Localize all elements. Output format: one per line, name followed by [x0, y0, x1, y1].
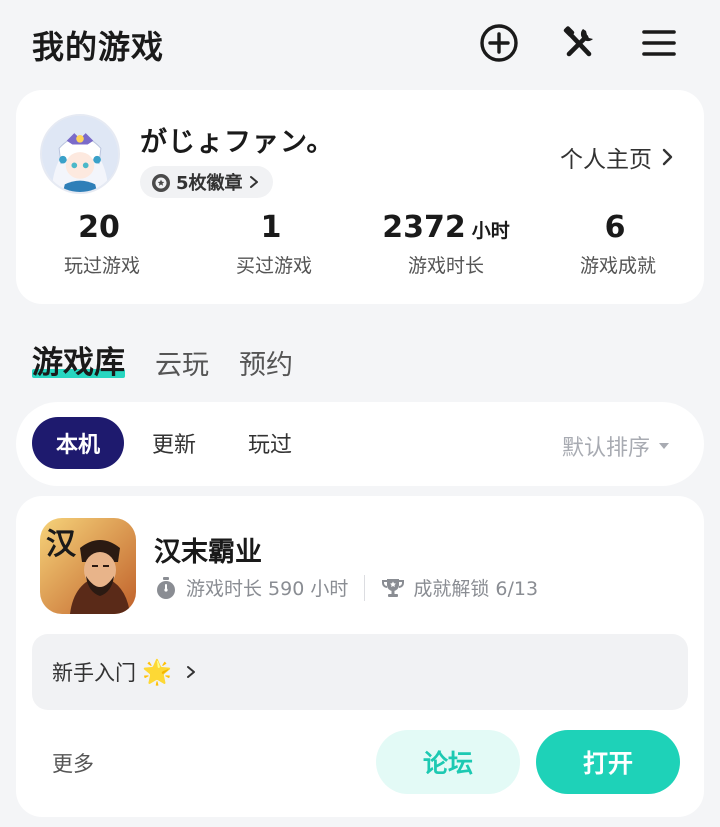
stat-bought-games[interactable]: 1 买过游戏 [188, 210, 360, 278]
game-achievements: 成就解锁 6/13 [413, 578, 539, 600]
stat-play-time[interactable]: 2372 小时 游戏时长 [360, 210, 532, 278]
medal-icon [150, 171, 172, 193]
chevron-right-icon [662, 148, 673, 166]
divider [364, 574, 366, 601]
chevron-right-icon [247, 175, 261, 189]
add-circle-icon [480, 24, 518, 62]
page-title: 我的游戏 [32, 28, 165, 66]
sort-dropdown[interactable]: 默认排序 [562, 430, 670, 462]
filter-bar: 本机 更新 玩过 默认排序 [16, 402, 704, 486]
game-icon-char: 汉 [46, 527, 77, 562]
tab-label: 云玩 [155, 350, 209, 381]
stat-achievements[interactable]: 6 游戏成就 [532, 210, 704, 278]
stat-value: 20 [78, 210, 120, 245]
username: がじょファン。 [140, 127, 335, 158]
menu-icon [642, 30, 676, 56]
trophy-icon [382, 578, 405, 597]
stat-played-games[interactable]: 20 玩过游戏 [16, 210, 188, 278]
stat-value: 1 [260, 210, 282, 245]
home-link-label: 个人主页 [560, 147, 652, 173]
stat-value: 6 [604, 210, 626, 245]
stat-unit: 小时 [471, 220, 510, 242]
tab-label: 游戏库 [32, 345, 125, 381]
filter-updates[interactable]: 更新 [128, 417, 220, 469]
avatar[interactable] [40, 114, 120, 194]
filter-local[interactable]: 本机 [32, 417, 125, 469]
profile-card: がじょファン。 5枚徽章 个人主页 20 玩过游戏 1 买过游戏 2372 小时… [16, 90, 704, 304]
tools-icon [563, 26, 593, 57]
star-icon: 🌟 [142, 658, 172, 686]
profile-stats: 20 玩过游戏 1 买过游戏 2372 小时 游戏时长 6 游戏成就 [16, 210, 704, 290]
beginner-guide-link[interactable]: 新手入门 🌟 [32, 634, 688, 710]
menu-button[interactable] [638, 22, 680, 64]
open-game-button[interactable]: 打开 [536, 730, 680, 794]
game-meta: 游戏时长 590 小时 成就解锁 6/13 [154, 574, 538, 601]
game-icon[interactable]: 汉 [40, 518, 136, 614]
caret-down-icon [659, 443, 669, 449]
tools-button[interactable] [558, 22, 600, 64]
stat-label: 游戏成就 [579, 255, 656, 277]
main-tabs: 游戏库 云玩 预约 [32, 332, 293, 382]
game-playtime: 游戏时长 590 小时 [186, 578, 349, 600]
chevron-right-icon [186, 666, 195, 678]
filter-played[interactable]: 玩过 [224, 417, 316, 469]
stat-value: 2372 [382, 210, 466, 245]
more-button[interactable]: 更多 [52, 748, 94, 778]
stopwatch-icon [157, 576, 175, 599]
add-game-button[interactable] [478, 22, 520, 64]
tab-reservations[interactable]: 预约 [239, 343, 293, 382]
stat-label: 玩过游戏 [63, 255, 140, 277]
avatar-image [42, 116, 118, 192]
header: 我的游戏 [0, 0, 720, 86]
forum-button[interactable]: 论坛 [376, 730, 520, 794]
game-card: 汉 汉末霸业 游戏时长 590 小时 成就解锁 6/13 新手入门 🌟 更多 论… [16, 496, 704, 817]
tab-cloud-play[interactable]: 云玩 [155, 343, 209, 382]
tab-label: 预约 [239, 350, 293, 381]
tab-game-library[interactable]: 游戏库 [32, 337, 125, 382]
profile-home-link[interactable]: 个人主页 [560, 140, 676, 174]
sort-label: 默认排序 [561, 436, 650, 461]
game-title: 汉末霸业 [154, 537, 262, 568]
badge-count: 5枚徽章 [176, 173, 243, 194]
stat-label: 游戏时长 [407, 255, 484, 277]
guide-label: 新手入门 [52, 661, 136, 685]
badge-chip[interactable]: 5枚徽章 [140, 166, 273, 198]
game-cover-image: 汉 [40, 518, 136, 614]
stat-label: 买过游戏 [235, 255, 312, 277]
